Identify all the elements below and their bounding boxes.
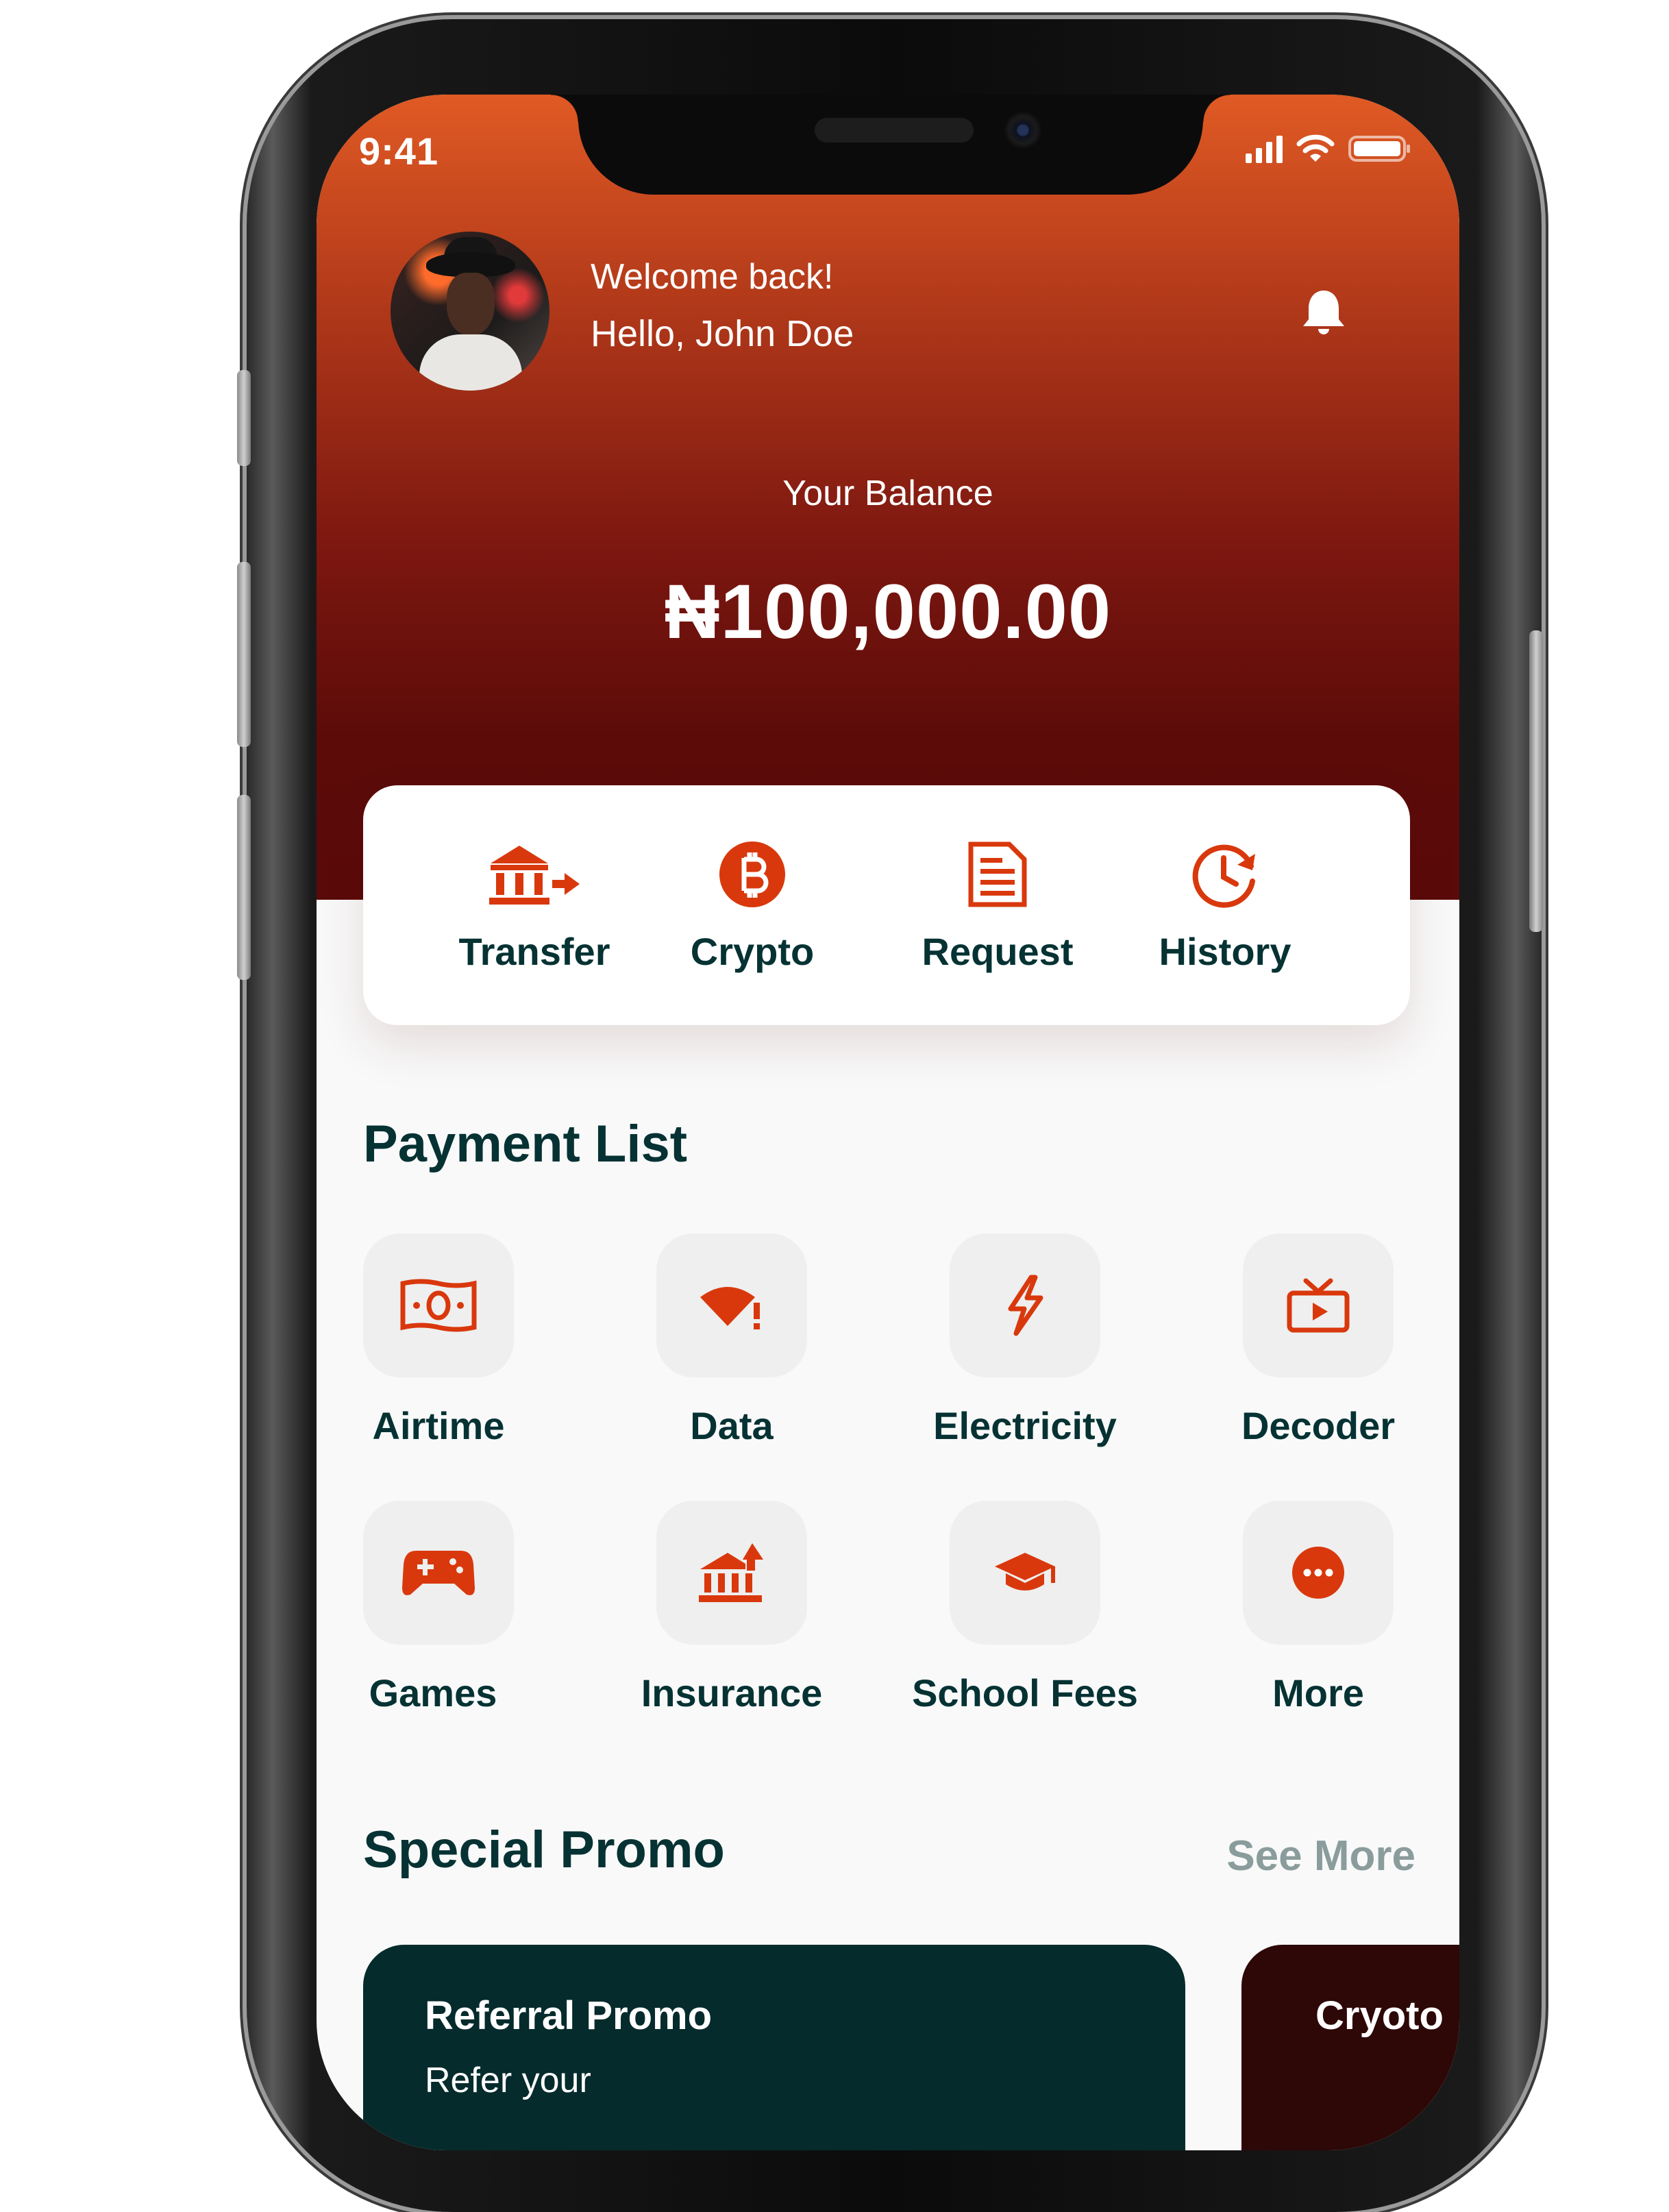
decoder-tile[interactable] [1243,1233,1394,1377]
insurance-tile[interactable] [656,1501,807,1645]
gamepad-icon [402,1551,475,1595]
wifi-icon [1296,134,1335,162]
referral-promo-card[interactable]: Referral Promo Refer your [363,1945,1185,2150]
graduation-cap-icon [995,1553,1055,1590]
insurance-bank-icon [699,1543,763,1602]
airtime-label: Airtime [372,1404,505,1447]
bitcoin-icon [719,841,785,907]
signal-icon [1246,134,1283,163]
wifi-data-icon [700,1287,760,1329]
balance-label: Your Balance [782,474,993,513]
notch [551,95,1231,195]
crypto-promo-card[interactable]: Cryoto [1241,1945,1459,2150]
airtime-tile[interactable] [363,1233,514,1377]
avatar[interactable] [391,232,549,391]
transfer-label: Transfer [458,930,610,973]
status-time: 9:41 [359,130,439,173]
more-dots-icon [1292,1547,1344,1599]
games-tile[interactable] [363,1501,514,1645]
volume-up-button [237,562,251,747]
front-camera [1004,112,1041,149]
crypto-promo-title: Cryoto [1315,1993,1444,2038]
welcome-text: Welcome back! [591,257,834,297]
insurance-label: Insurance [641,1671,823,1715]
referral-promo-subtitle: Refer your [425,2061,591,2100]
decoder-label: Decoder [1241,1404,1396,1447]
notification-bell-icon[interactable] [1296,285,1351,340]
school-fees-tile[interactable] [950,1501,1100,1645]
battery-icon [1348,136,1410,162]
cash-icon [400,1279,477,1332]
data-tile[interactable] [656,1233,807,1377]
see-more-link[interactable]: See More [1226,1832,1415,1880]
volume-down-button [237,795,251,980]
tv-icon [1287,1278,1350,1333]
request-label: Request [922,930,1074,973]
power-button [1529,630,1543,932]
app-screen: 9:41 Welcome back! Hello, John Doe Your … [317,95,1459,2150]
electricity-label: Electricity [933,1404,1117,1447]
clock-history-icon [1192,844,1255,908]
transfer-button[interactable]: Transfer [432,833,637,974]
special-promo-title: Special Promo [363,1821,725,1879]
document-icon [968,841,1027,907]
balance-amount: ₦100,000.00 [664,569,1112,654]
history-label: History [1159,930,1291,973]
lightning-icon [1008,1275,1043,1336]
quick-actions-card: Transfer Crypto Request History [363,785,1410,1025]
electricity-tile[interactable] [950,1233,1100,1377]
school-fees-label: School Fees [912,1671,1138,1715]
speaker-grille [815,118,974,143]
status-icons [1246,134,1411,163]
games-label: Games [369,1671,497,1715]
data-label: Data [690,1404,774,1447]
request-button[interactable]: Request [895,833,1100,974]
history-button[interactable]: History [1122,833,1328,974]
silent-switch [237,370,251,466]
greeting-text: Hello, John Doe [591,313,854,354]
bank-transfer-icon [489,846,580,905]
referral-promo-title: Referral Promo [425,1993,713,2038]
payment-list-title: Payment List [363,1115,688,1173]
crypto-button[interactable]: Crypto [650,833,855,974]
more-label: More [1272,1671,1364,1715]
more-tile[interactable] [1243,1501,1394,1645]
crypto-label: Crypto [690,930,815,973]
